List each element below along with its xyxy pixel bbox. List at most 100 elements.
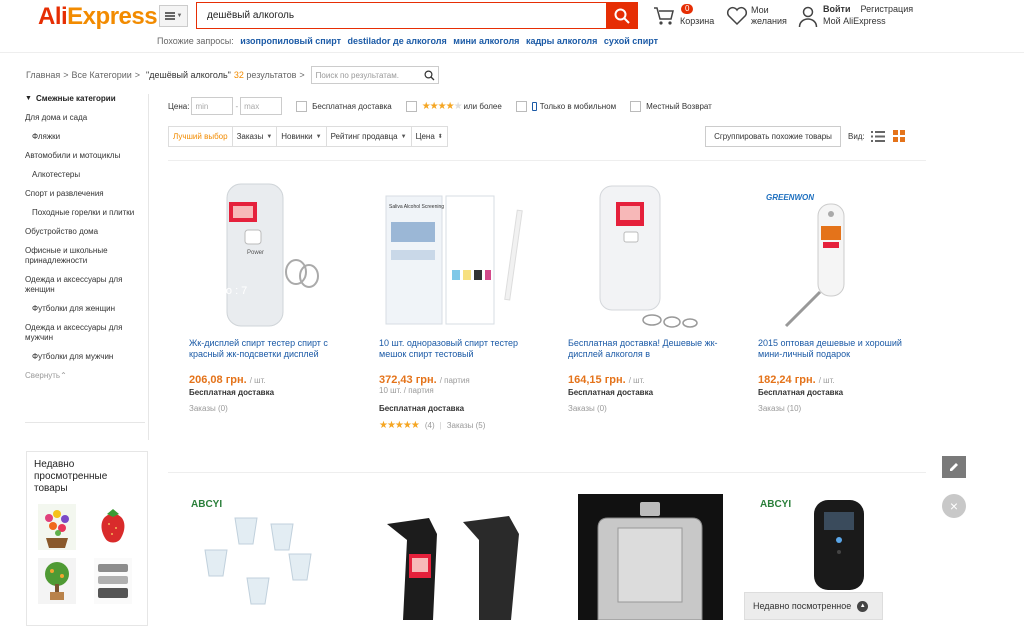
sort-new[interactable]: Новинки ▼ [277, 127, 327, 146]
triangle-down-icon: ▼ [25, 95, 32, 102]
sidebar-category-item[interactable]: Одежда и аксессуары для мужчин [25, 323, 149, 343]
logo-ali: Ali [38, 3, 68, 30]
orders-count[interactable]: Заказы (5) [447, 421, 486, 430]
product-title[interactable]: 2015 оптовая дешевые и хороший мини-личн… [758, 338, 918, 360]
group-similar-button[interactable]: Сгруппировать похожие товары [705, 126, 841, 147]
rating-checkbox[interactable] [405, 100, 417, 112]
sort-best-match[interactable]: Лучший выбор [169, 127, 233, 146]
result-count: 32 [233, 70, 244, 80]
chevron-up-icon[interactable]: ▲ [857, 600, 869, 612]
orders-count[interactable]: Заказы (10) [758, 404, 801, 413]
signin-link[interactable]: Войти [823, 4, 850, 14]
related-link[interactable]: сухой спирт [604, 36, 658, 46]
product-card[interactable] [379, 494, 544, 620]
recently-viewed-title: Недавно просмотренные товары [34, 459, 108, 494]
my-aliexpress-link[interactable]: Мой AliExpress [823, 16, 886, 26]
product-image-breathalyzer[interactable]: Power ore No : 7 [189, 180, 354, 330]
sort-seller-rating[interactable]: Рейтинг продавца ▼ [327, 127, 412, 146]
header-divider [0, 52, 1024, 53]
user-icon [798, 6, 818, 28]
price-min-input[interactable]: min [191, 97, 234, 115]
product-image-breathalyzer-white[interactable] [568, 180, 733, 330]
product-image-black-breathalyzers[interactable] [379, 494, 544, 620]
close-button[interactable]: × [942, 494, 966, 518]
heart-icon [726, 6, 748, 26]
rating-filter[interactable]: ★★★★★ или более [405, 100, 502, 112]
product-card[interactable] [568, 494, 733, 620]
free-shipping-checkbox[interactable] [296, 100, 308, 112]
product-price: 206,08 грн. / шт. [189, 374, 266, 386]
cart-link[interactable]: 0 Корзина [653, 4, 717, 30]
aliexpress-logo[interactable]: AliExpress [38, 3, 158, 31]
results-row-divider [168, 472, 926, 473]
breadcrumb-all-categories[interactable]: Все Категории [72, 70, 132, 80]
local-return-filter[interactable]: Местный Возврат [630, 100, 712, 112]
orders-count[interactable]: Заказы (0) [189, 404, 228, 413]
price-value: 206,08 грн. [189, 374, 247, 386]
product-title[interactable]: Бесплатная доставка! Дешевые жк-дисплей … [568, 338, 728, 360]
chevron-down-icon: ▼ [176, 13, 183, 19]
filter-bar: Цена: min - max Бесплатная доставка ★★★★… [168, 96, 712, 116]
price-unit: / шт. [249, 376, 266, 385]
register-link[interactable]: Регистрация [860, 4, 913, 14]
mobile-only-filter[interactable]: Только в мобильном [515, 100, 616, 112]
caret-down-icon: ▼ [266, 133, 273, 140]
sidebar-category-item[interactable]: Футболки для женщин [25, 304, 149, 314]
sidebar-category-item[interactable]: Алкотестеры [25, 170, 149, 180]
free-shipping-filter[interactable]: Бесплатная доставка [296, 100, 392, 112]
price-max-input[interactable]: max [240, 97, 283, 115]
rating-stars-icon: ★★★★★ [421, 100, 463, 112]
mobile-only-checkbox[interactable] [515, 100, 527, 112]
recently-viewed-bar[interactable]: Недавно посмотренное ▲ [744, 592, 883, 620]
local-return-checkbox[interactable] [630, 100, 642, 112]
list-view-icon[interactable] [870, 130, 885, 142]
recent-thumb-car-part[interactable] [94, 558, 132, 604]
category-menu-button[interactable]: ▼ [159, 5, 188, 27]
price-value: 164,15 грн. [568, 374, 626, 386]
collapse-label: Свернуть [25, 371, 61, 380]
sidebar-category-item[interactable]: Одежда и аксессуары для женщин [25, 275, 149, 295]
cart-icon [654, 7, 674, 25]
sidebar-category-item[interactable]: Походные горелки и плитки [25, 208, 149, 218]
product-image-mini-breathalyzer[interactable]: GREENWON [758, 180, 923, 330]
price-unit: / шт. [628, 376, 645, 385]
breadcrumb-home[interactable]: Главная [26, 70, 60, 80]
product-image-flask[interactable] [568, 494, 733, 620]
orders-count[interactable]: Заказы (0) [568, 404, 607, 413]
related-link[interactable]: destilador де алкоголя [348, 36, 447, 46]
product-title[interactable]: Жк-дисплей спирт тестер спирт с красный … [189, 338, 349, 360]
related-link[interactable]: мини алкоголя [453, 36, 519, 46]
product-image-saliva-test[interactable]: Saliva Alcohol Screening Test [379, 180, 544, 330]
related-link[interactable]: изопропиловый спирт [240, 36, 341, 46]
search-in-results-input[interactable]: Поиск по результатам. [310, 66, 439, 84]
collapse-link[interactable]: Свернуть⌃ [25, 371, 149, 380]
product-card[interactable]: ABCYI [189, 494, 354, 620]
recent-thumb-tree[interactable] [38, 558, 76, 604]
sort-price[interactable]: Цена ⬍ [412, 127, 447, 146]
image-watermark-text: ore No : 7 [199, 285, 247, 297]
product-image-mouthpieces[interactable]: ABCYI [189, 494, 354, 620]
sidebar-category-item[interactable]: Для дома и сада [25, 113, 149, 123]
recent-thumb-flowers[interactable] [38, 504, 76, 550]
sidebar-category-item[interactable]: Обустройство дома [25, 227, 149, 237]
search-input[interactable]: дешёвый алкоголь [196, 2, 607, 29]
sort-orders[interactable]: Заказы ▼ [233, 127, 278, 146]
caret-down-icon: ▼ [400, 133, 407, 140]
search-icon[interactable] [424, 70, 435, 81]
sidebar-category-item[interactable]: Футболки для мужчин [25, 352, 149, 362]
grid-view-icon[interactable] [892, 130, 905, 142]
sidebar-category-item[interactable]: Офисные и школьные принадлежности [25, 246, 149, 266]
sidebar-category-item[interactable]: Спорт и развлечения [25, 189, 149, 199]
rating-count[interactable]: (4) [425, 421, 435, 430]
related-categories-title[interactable]: ▼ Смежные категории [25, 94, 149, 103]
edit-button[interactable] [942, 456, 966, 478]
sidebar-category-item[interactable]: Фляжки [25, 132, 149, 142]
price-label: Цена: [168, 101, 190, 111]
sort-price-label: Цена [415, 132, 435, 141]
pencil-icon [950, 463, 958, 471]
recent-thumb-strawberry[interactable] [94, 504, 132, 550]
sidebar-category-item[interactable]: Автомобили и мотоциклы [25, 151, 149, 161]
product-title[interactable]: 10 шт. одноразовый спирт тестер мешок сп… [379, 338, 539, 360]
search-button[interactable] [606, 2, 638, 29]
related-link[interactable]: кадры алкоголя [526, 36, 597, 46]
